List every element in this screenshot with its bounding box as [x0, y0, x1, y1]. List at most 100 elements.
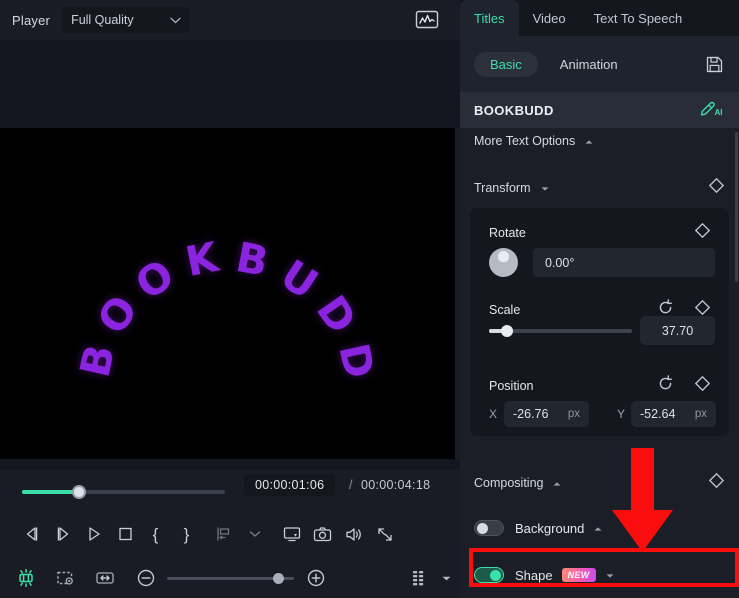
svg-text:AI: AI: [715, 108, 723, 117]
arc-letter: O: [129, 253, 181, 306]
subtab-basic[interactable]: Basic: [474, 52, 538, 77]
clip-title-row: BOOKBUDD AI: [460, 92, 739, 128]
snapshot-button[interactable]: [307, 519, 338, 549]
arc-letter: B: [233, 237, 272, 283]
mark-out-button[interactable]: }: [171, 519, 202, 549]
position-x-unit: px: [568, 408, 580, 420]
shape-row[interactable]: Shape NEW: [460, 558, 739, 592]
timeline-zoom-handle[interactable]: [273, 573, 284, 584]
clip-title: BOOKBUDD: [474, 103, 554, 118]
timecode-separator: /: [349, 478, 352, 492]
scale-slider-handle[interactable]: [501, 325, 513, 337]
next-frame-button[interactable]: [47, 519, 78, 549]
tab-titles[interactable]: Titles: [460, 0, 519, 36]
position-reset-icon[interactable]: [657, 375, 674, 397]
arc-letter: D: [332, 340, 379, 382]
compositing-section-header[interactable]: Compositing: [460, 468, 739, 498]
panel-scroll-body: More Text Options Transform Rotate: [460, 128, 739, 548]
more-text-options-row[interactable]: More Text Options: [474, 132, 594, 150]
arc-letter: D: [309, 289, 362, 340]
scale-slider[interactable]: [489, 329, 632, 333]
shape-toggle[interactable]: [474, 567, 504, 583]
app-root: Player Full Quality BOOKBUDD: [0, 0, 739, 598]
zoom-out-icon[interactable]: [133, 563, 160, 593]
tab-text-to-speech[interactable]: Text To Speech: [580, 0, 697, 36]
transport-bar: 00:00:01:06 / 00:00:04:18 {: [0, 470, 460, 558]
save-floppy-icon: [705, 55, 724, 74]
position-y-unit: px: [695, 408, 707, 420]
grid-view-icon[interactable]: [406, 563, 433, 593]
seek-slider-handle[interactable]: [72, 485, 86, 499]
background-toggle[interactable]: [474, 520, 504, 536]
more-text-options-label: More Text Options: [474, 134, 575, 148]
caret-down-icon[interactable]: [605, 566, 615, 584]
play-button[interactable]: [78, 519, 109, 549]
rotate-keyframe-icon[interactable]: [694, 222, 711, 244]
chevron-down-icon: [170, 13, 181, 27]
compositing-keyframe-icon[interactable]: [708, 472, 725, 494]
caret-up-icon: [584, 132, 594, 150]
marker-dropdown-button[interactable]: [239, 519, 270, 549]
seek-slider[interactable]: [22, 490, 225, 494]
rotate-value-input[interactable]: 0.00°: [533, 248, 715, 277]
position-y-label: Y: [617, 407, 625, 421]
panel-subtabs: Basic Animation: [460, 36, 739, 92]
display-mode-button[interactable]: [276, 519, 307, 549]
position-row-header: Position: [489, 375, 711, 397]
arc-letter: B: [75, 342, 122, 381]
subtab-animation[interactable]: Animation: [560, 57, 618, 72]
panel-scrollbar[interactable]: [735, 132, 738, 282]
properties-panel: Titles Video Text To Speech Basic Animat…: [460, 0, 739, 598]
mark-in-button[interactable]: {: [140, 519, 171, 549]
grid-dropdown-icon[interactable]: [433, 563, 460, 593]
caret-up-icon: [552, 474, 562, 492]
volume-button[interactable]: [338, 519, 369, 549]
total-duration-timecode: 00:00:04:18: [361, 478, 430, 492]
playback-controls: { }: [0, 514, 460, 554]
quality-select-value: Full Quality: [71, 13, 134, 27]
player-label: Player: [12, 13, 50, 28]
background-label: Background: [515, 521, 584, 536]
arc-letter: O: [92, 289, 146, 341]
previous-frame-button[interactable]: [16, 519, 47, 549]
caret-up-icon[interactable]: [593, 519, 603, 537]
position-y-input[interactable]: -52.64 px: [631, 401, 716, 427]
mark-in-icon: {: [153, 526, 159, 543]
arc-letter: U: [274, 253, 324, 306]
magnet-snap-icon[interactable]: [13, 563, 40, 593]
background-row[interactable]: Background: [460, 513, 739, 543]
stop-button[interactable]: [109, 519, 140, 549]
rotate-dial-control[interactable]: [489, 248, 518, 277]
scope-button[interactable]: [414, 8, 440, 31]
player-toolbar: Player Full Quality: [0, 0, 460, 40]
shape-label: Shape: [515, 568, 553, 583]
compositing-label: Compositing: [474, 476, 543, 490]
fit-to-timeline-icon[interactable]: [91, 563, 118, 593]
transform-keyframe-icon[interactable]: [708, 177, 725, 199]
rotate-label: Rotate: [489, 226, 526, 240]
position-keyframe-icon[interactable]: [694, 375, 711, 397]
arc-letter: K: [182, 237, 221, 283]
position-x-input[interactable]: -26.76 px: [504, 401, 589, 427]
current-timecode[interactable]: 00:00:01:06: [244, 474, 335, 496]
preview-letterbox-bottom: [0, 459, 460, 470]
render-preview-icon[interactable]: [52, 563, 79, 593]
position-label: Position: [489, 379, 533, 393]
timeline-zoom-slider[interactable]: [167, 577, 294, 580]
video-preview-canvas[interactable]: BOOKBUDD: [0, 128, 455, 459]
caret-down-icon: [540, 179, 550, 197]
zoom-in-icon[interactable]: [302, 563, 329, 593]
player-pane: Player Full Quality BOOKBUDD: [0, 0, 460, 598]
quality-select[interactable]: Full Quality: [62, 7, 190, 33]
transform-label: Transform: [474, 181, 531, 195]
transform-section-header[interactable]: Transform: [460, 172, 739, 204]
scale-value-input[interactable]: 37.70: [640, 316, 715, 345]
panel-tabs: Titles Video Text To Speech: [460, 0, 739, 36]
add-marker-button[interactable]: [208, 519, 239, 549]
mark-out-icon: }: [184, 526, 190, 543]
position-x-value: -26.76: [513, 407, 548, 421]
save-preset-button[interactable]: [703, 53, 725, 75]
fullscreen-button[interactable]: [369, 519, 400, 549]
tab-video[interactable]: Video: [519, 0, 580, 36]
ai-pen-icon[interactable]: AI: [699, 100, 725, 120]
